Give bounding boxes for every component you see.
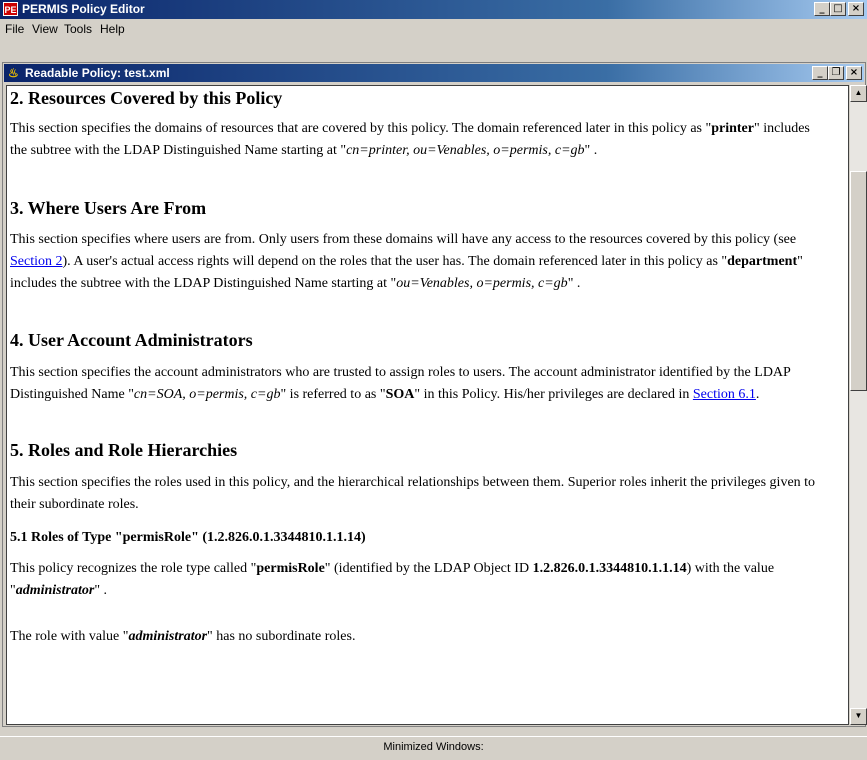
scroll-down-button[interactable]: ▼ — [850, 708, 867, 725]
minimize-button[interactable]: _ — [814, 2, 830, 16]
inner-window-controls: _ ❐ × — [812, 66, 862, 80]
department-domain: department — [727, 254, 798, 269]
app-icon: PE — [3, 2, 18, 16]
inner-window-title-bar[interactable]: ♨ Readable Policy: test.xml _ ❐ × — [4, 64, 864, 82]
app-title: PERMIS Policy Editor — [22, 2, 145, 16]
close-button[interactable]: × — [848, 2, 864, 16]
maximize-button[interactable]: □ — [830, 2, 846, 16]
section-3-heading: 3. Where Users Are From — [10, 198, 207, 218]
section-5-heading: 5. Roles and Role Hierarchies — [10, 440, 238, 460]
minimized-windows-label: Minimized Windows: — [383, 741, 484, 753]
policy-document: 2. Resources Covered by this Policy This… — [6, 85, 849, 725]
inner-restore-button[interactable]: ❐ — [828, 66, 844, 80]
printer-dn: cn=printer, ou=Venables, o=permis, c=gb — [346, 143, 585, 158]
section-3-text: This section specifies where users are f… — [10, 232, 803, 291]
section-2-heading: 2. Resources Covered by this Policy — [10, 88, 283, 108]
menu-tools[interactable]: Tools — [64, 22, 92, 36]
menu-view[interactable]: View — [32, 22, 58, 36]
soa-label: SOA — [385, 387, 415, 402]
permis-role-type: permisRole — [256, 561, 325, 576]
section-5-1-subordinate-text: The role with value "administrator" has … — [10, 629, 356, 644]
app-window-controls: _ □ × — [814, 2, 864, 16]
menu-file[interactable]: File — [5, 22, 24, 36]
department-dn: ou=Venables, o=permis, c=gb — [396, 276, 568, 291]
section-5-text: This section specifies the roles used in… — [10, 475, 816, 512]
scroll-up-button[interactable]: ▲ — [850, 85, 867, 102]
administrator-value-2: administrator — [128, 629, 208, 644]
section-4-heading: 4. User Account Administrators — [10, 330, 253, 350]
inner-window-title: Readable Policy: test.xml — [25, 66, 170, 80]
administrator-value: administrator — [15, 583, 95, 598]
section-5-1-text: This policy recognizes the role type cal… — [10, 561, 775, 598]
section-6-1-link[interactable]: Section 6.1 — [693, 387, 756, 402]
minimized-windows-bar: Minimized Windows: — [0, 736, 867, 760]
section-4-text: This section specifies the account admin… — [10, 365, 791, 402]
section-5-1-heading: 5.1 Roles of Type "permisRole" (1.2.826.… — [10, 530, 366, 545]
section-2-text: This section specifies the domains of re… — [10, 121, 810, 158]
inner-close-button[interactable]: × — [846, 66, 862, 80]
vertical-scrollbar[interactable]: ▲ ▼ — [850, 85, 867, 725]
app-title-bar: PE PERMIS Policy Editor _ □ × — [0, 0, 867, 19]
readable-policy-window: ♨ Readable Policy: test.xml _ ❐ × 2. Res… — [2, 62, 867, 727]
printer-domain: printer — [711, 121, 754, 136]
scroll-thumb[interactable] — [850, 171, 867, 391]
section-2-link[interactable]: Section 2 — [10, 254, 63, 269]
permis-role-oid: 1.2.826.0.1.3344810.1.1.14 — [532, 561, 687, 576]
inner-minimize-button[interactable]: _ — [812, 66, 828, 80]
menu-bar: File View Tools Help — [0, 19, 867, 38]
menu-help[interactable]: Help — [100, 22, 125, 36]
soa-dn: cn=SOA, o=permis, c=gb — [133, 387, 281, 402]
java-cup-icon: ♨ — [8, 66, 19, 80]
